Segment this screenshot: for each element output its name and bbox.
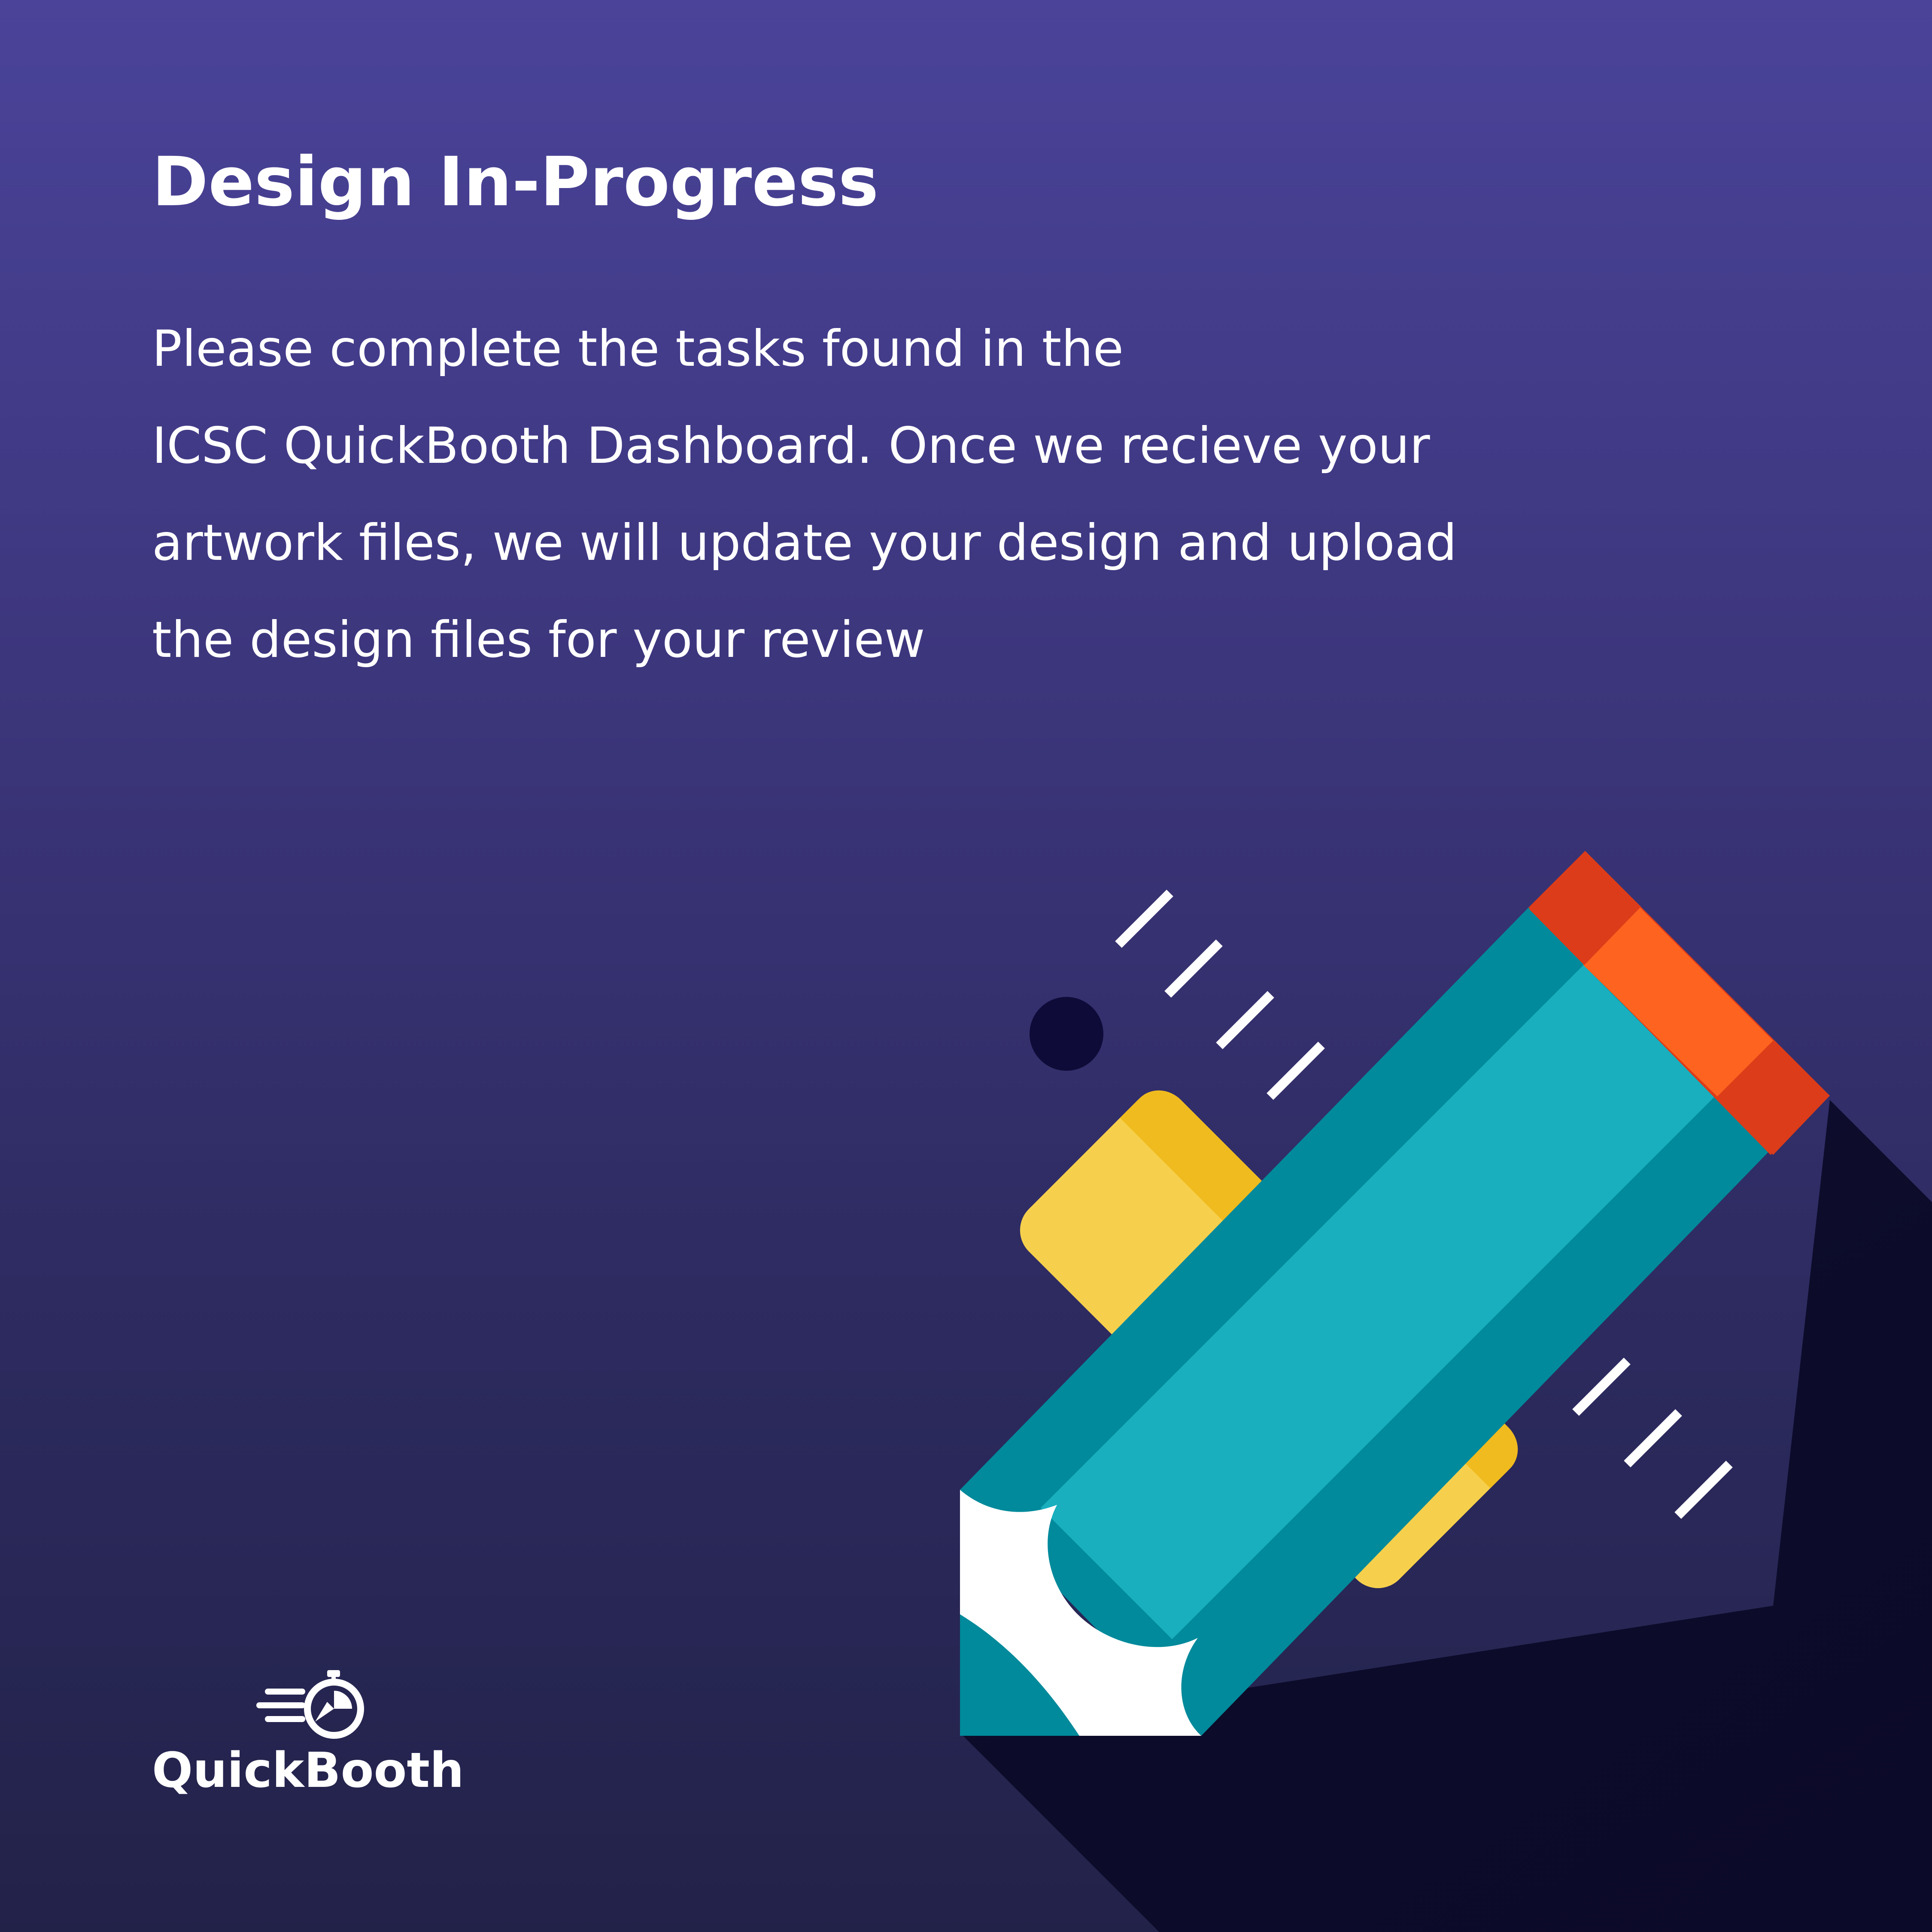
brand-name: QuickBooth [152, 1743, 464, 1798]
quickbooth-brand: QuickBooth [152, 1657, 464, 1803]
design-in-progress-page: Design In-Progress Please complete the t… [0, 0, 1932, 1932]
ruler-hole [1030, 997, 1103, 1071]
ruler-and-pencil-icon [960, 851, 1932, 1932]
ruler-ticks-upper [1115, 890, 1325, 1100]
ruler-ticks-lower [1572, 1358, 1733, 1519]
stopwatch-speed-icon [256, 1670, 364, 1739]
